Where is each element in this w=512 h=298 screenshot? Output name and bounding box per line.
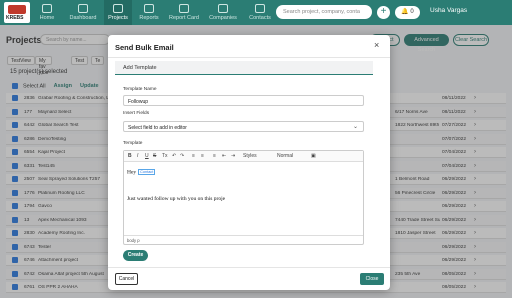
- top-navigation-bar: KREBS Home Dashboard Projects Reports Re…: [0, 0, 512, 25]
- template-name-label: Template Name: [123, 87, 157, 92]
- close-button[interactable]: Close: [360, 273, 384, 285]
- dashboard-icon: [78, 4, 88, 13]
- insert-fields-select[interactable]: Select field to add in editor ⌄: [123, 121, 364, 132]
- contacts-icon: [255, 4, 265, 13]
- editor-line-body[interactable]: Just wanted follow up with you on this p…: [127, 196, 225, 202]
- editor-status-bar: body p: [124, 235, 363, 244]
- align-button[interactable]: ≡: [213, 153, 216, 159]
- greeting-text: Hey: [127, 169, 137, 176]
- nav-label: Report Card: [169, 15, 199, 21]
- nav-projects[interactable]: Projects: [104, 0, 132, 25]
- nav-label: Projects: [108, 15, 128, 21]
- nav-home[interactable]: Home: [36, 0, 58, 25]
- redo-button[interactable]: ↷: [180, 153, 184, 159]
- logo-text: KREBS: [6, 15, 24, 21]
- merge-field-tag[interactable]: Contact: [138, 169, 156, 175]
- insert-fields-label: Insert Fields: [123, 111, 150, 116]
- reports-icon: [144, 4, 154, 13]
- nav-report-card[interactable]: Report Card: [166, 0, 202, 25]
- rich-text-editor[interactable]: B I U S Tx ↶ ↷ ≡ ≡ ≡ ⇤ ⇥ Styles Normal ▣…: [123, 150, 364, 245]
- global-search-input[interactable]: Search project, company, conta: [276, 5, 372, 19]
- nav-label: Dashboard: [69, 15, 97, 21]
- companies-icon: [218, 4, 228, 13]
- chevron-down-icon: ⌄: [352, 124, 358, 130]
- send-bulk-email-modal: Send Bulk Email × Add Template Template …: [108, 35, 390, 290]
- notifications-button[interactable]: 🔔 0: [395, 6, 420, 19]
- insert-fields-value: Select field to add in editor: [128, 125, 187, 131]
- nav-label: Contacts: [249, 15, 271, 21]
- user-menu[interactable]: Usha Vargas: [430, 7, 467, 14]
- styles-dropdown[interactable]: Styles: [243, 153, 257, 159]
- bold-button[interactable]: B: [128, 153, 132, 159]
- bullet-list-button[interactable]: ≡: [201, 153, 204, 159]
- numbered-list-button[interactable]: ≡: [192, 153, 195, 159]
- nav-label: Home: [39, 15, 55, 21]
- close-icon[interactable]: ×: [374, 40, 379, 50]
- template-label: Template: [123, 141, 143, 146]
- indent-button[interactable]: ⇥: [231, 153, 235, 159]
- strike-button[interactable]: S: [153, 153, 156, 159]
- modal-title: Send Bulk Email: [115, 43, 174, 52]
- nav-label: Reports: [139, 15, 159, 21]
- cancel-button[interactable]: Cancel: [115, 273, 138, 285]
- italic-button[interactable]: I: [137, 153, 138, 159]
- outdent-button[interactable]: ⇤: [222, 153, 226, 159]
- home-icon: [42, 4, 52, 13]
- undo-button[interactable]: ↶: [172, 153, 176, 159]
- divider: [108, 267, 390, 268]
- add-button[interactable]: +: [377, 6, 390, 19]
- underline-button[interactable]: U: [145, 153, 149, 159]
- divider: [108, 57, 390, 58]
- company-logo[interactable]: KREBS: [4, 2, 30, 23]
- tab-label: Add Template: [123, 65, 157, 71]
- nav-label: Companies: [209, 15, 237, 21]
- projects-icon: [113, 4, 123, 13]
- editor-line-greeting[interactable]: Hey Contact: [127, 169, 156, 176]
- logo-mark: [8, 5, 26, 14]
- clear-format-button[interactable]: Tx: [162, 153, 168, 159]
- nav-reports[interactable]: Reports: [136, 0, 162, 25]
- nav-companies[interactable]: Companies: [206, 0, 240, 25]
- format-dropdown[interactable]: Normal: [277, 153, 293, 159]
- nav-dashboard[interactable]: Dashboard: [66, 0, 100, 25]
- tab-add-template[interactable]: Add Template: [115, 61, 373, 75]
- editor-toolbar: B I U S Tx ↶ ↷ ≡ ≡ ≡ ⇤ ⇥ Styles Normal ▣: [124, 151, 363, 162]
- image-icon[interactable]: ▣: [311, 153, 316, 159]
- nav-contacts[interactable]: Contacts: [246, 0, 274, 25]
- report-card-icon: [179, 4, 189, 13]
- create-button[interactable]: Create: [123, 250, 148, 261]
- template-name-input[interactable]: Followup: [123, 95, 364, 106]
